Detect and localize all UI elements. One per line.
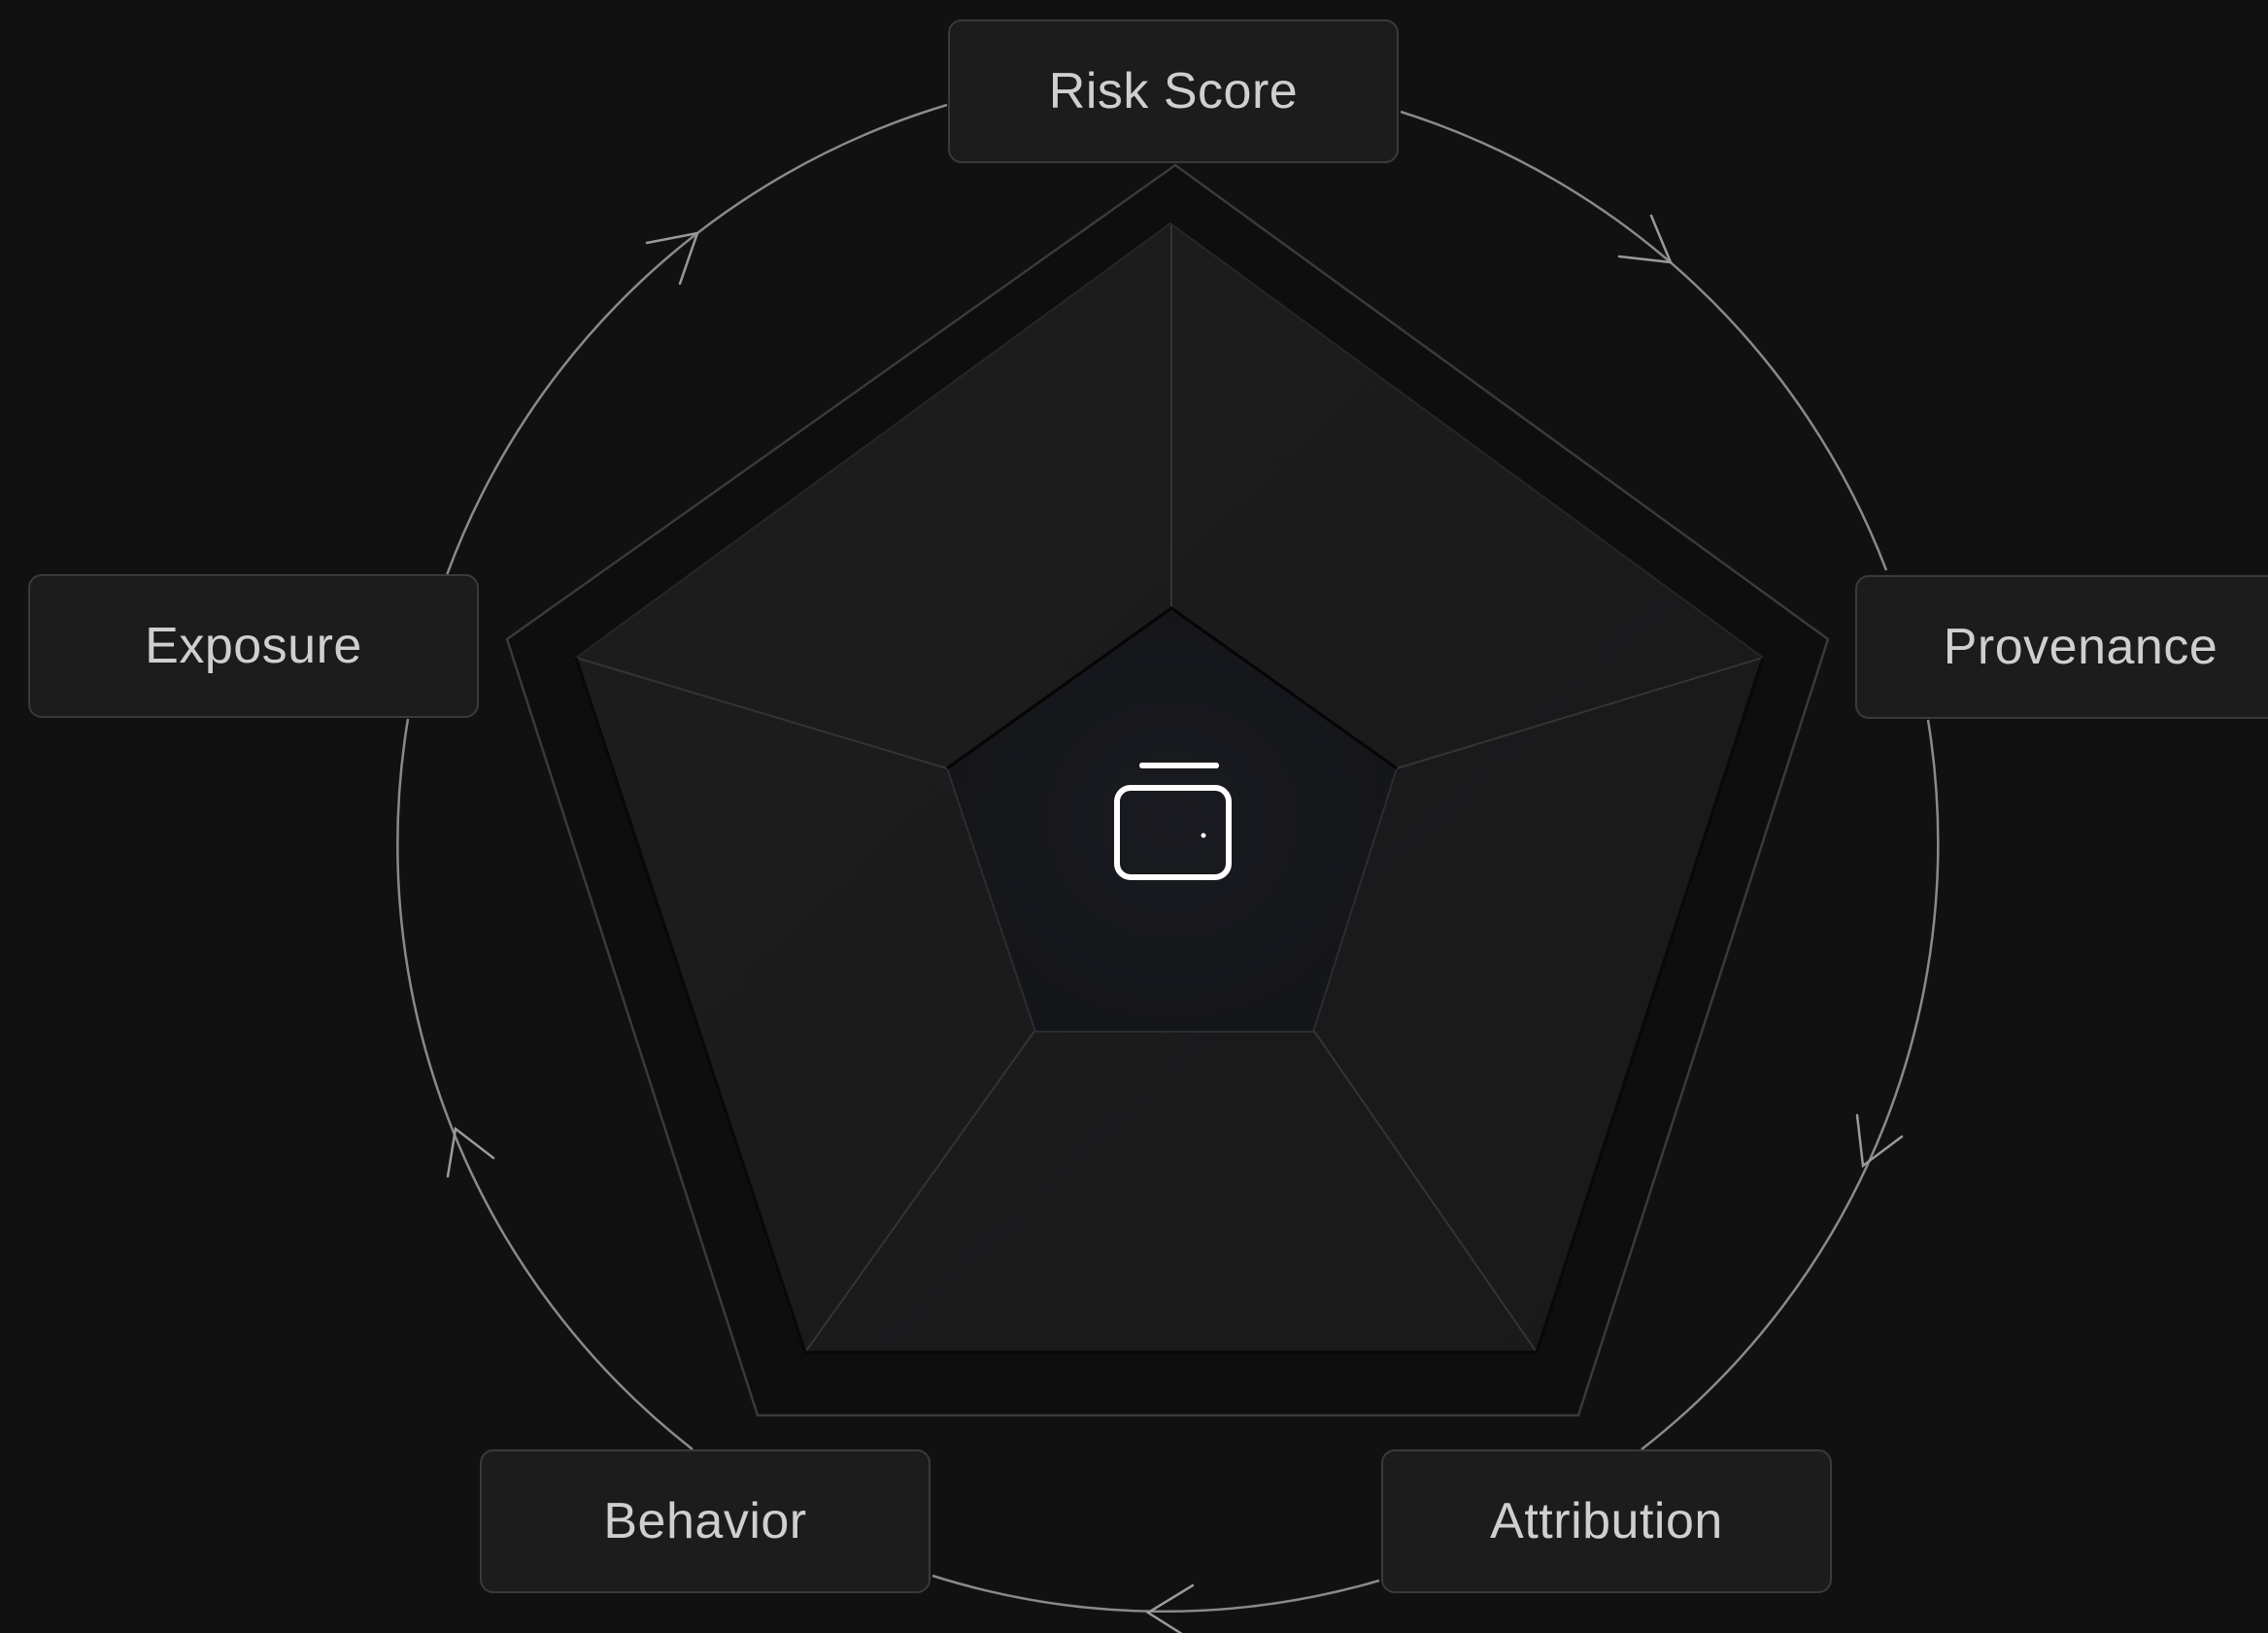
node-attribution: Attribution	[1381, 1449, 1832, 1593]
arrow-icon	[1145, 1583, 1195, 1633]
node-label: Attribution	[1490, 1493, 1723, 1549]
node-label: Risk Score	[1048, 63, 1299, 119]
node-label: Behavior	[603, 1493, 807, 1549]
node-exposure: Exposure	[28, 574, 479, 718]
node-label: Provenance	[1943, 619, 2218, 675]
arrow-icon	[645, 231, 699, 286]
node-provenance: Provenance	[1855, 575, 2268, 719]
ring-arc-attribution-behavior	[931, 1574, 1380, 1613]
cycle-diagram	[396, 103, 1940, 1633]
node-label: Exposure	[145, 618, 362, 674]
node-behavior: Behavior	[480, 1449, 931, 1593]
node-risk-score: Risk Score	[948, 19, 1399, 163]
